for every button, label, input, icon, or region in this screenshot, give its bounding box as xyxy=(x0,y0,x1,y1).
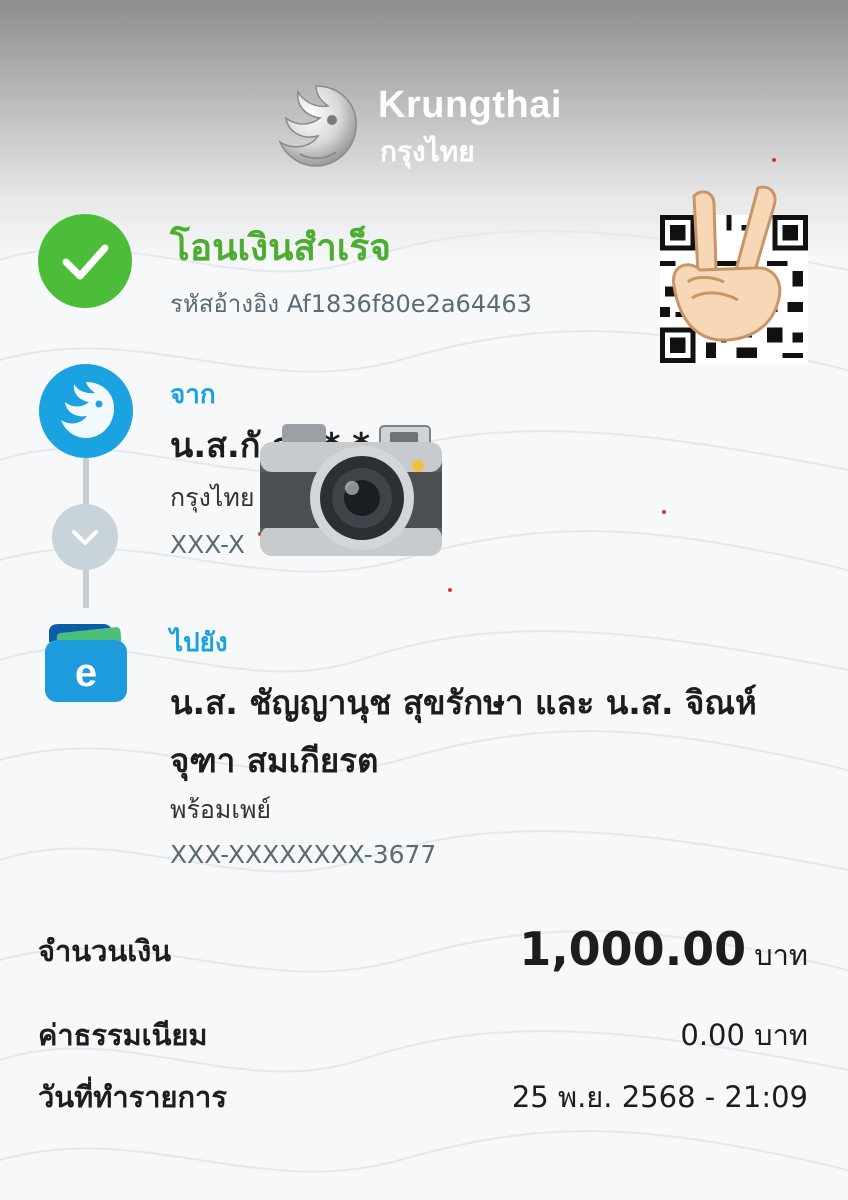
transfer-direction-indicator xyxy=(52,504,118,570)
amount-number: 1,000.00 xyxy=(519,922,747,976)
reference-code: รหัสอ้างอิง Af1836f80e2a64463 xyxy=(170,290,532,318)
recipient-service: พร้อมเพย์ xyxy=(170,795,272,824)
red-dot-mark xyxy=(772,158,776,162)
amount-currency: บาท xyxy=(754,938,808,972)
e-wallet-icon: e xyxy=(45,624,127,702)
sender-account: XXX-X xyxy=(170,530,246,559)
camera-emoji-icon xyxy=(260,424,442,556)
amount-value: 1,000.00 บาท xyxy=(519,922,808,978)
fee-value: 0.00 บาท xyxy=(680,1018,808,1052)
recipient-account: XXX-XXXXXXXX-3677 xyxy=(170,840,437,869)
success-badge xyxy=(38,214,132,308)
recipient-name: น.ส. ชัญญานุช สุขรักษา และ น.ส. จิณห์จุฑ… xyxy=(170,683,757,780)
krungthai-bird-logo-icon xyxy=(61,382,115,438)
check-icon xyxy=(62,244,109,280)
sender-bank: กรุงไทย xyxy=(170,483,255,512)
fee-label: ค่าธรรมเนียม xyxy=(38,1018,208,1052)
krungthai-logo: Krungthai กรุงไทย xyxy=(270,80,590,180)
red-dot-mark xyxy=(662,510,666,514)
chevron-down-icon xyxy=(72,530,98,545)
victory-hand-emoji-icon xyxy=(672,185,782,342)
sender-bank-avatar xyxy=(39,364,133,458)
red-dot-mark xyxy=(448,588,452,592)
transaction-date-label: วันที่ทำรายการ xyxy=(38,1080,227,1114)
from-label: จาก xyxy=(170,380,216,410)
krungthai-bird-logo-icon xyxy=(278,85,357,167)
amount-label: จำนวนเงิน xyxy=(38,934,172,968)
bank-name-en: Krungthai xyxy=(378,84,562,126)
to-label: ไปยัง xyxy=(170,628,228,658)
svg-text:e: e xyxy=(75,651,97,695)
bank-name-th: กรุงไทย xyxy=(380,135,475,168)
transaction-date-value: 25 พ.ย. 2568 - 21:09 xyxy=(511,1080,808,1114)
status-title: โอนเงินสำเร็จ xyxy=(170,226,391,269)
